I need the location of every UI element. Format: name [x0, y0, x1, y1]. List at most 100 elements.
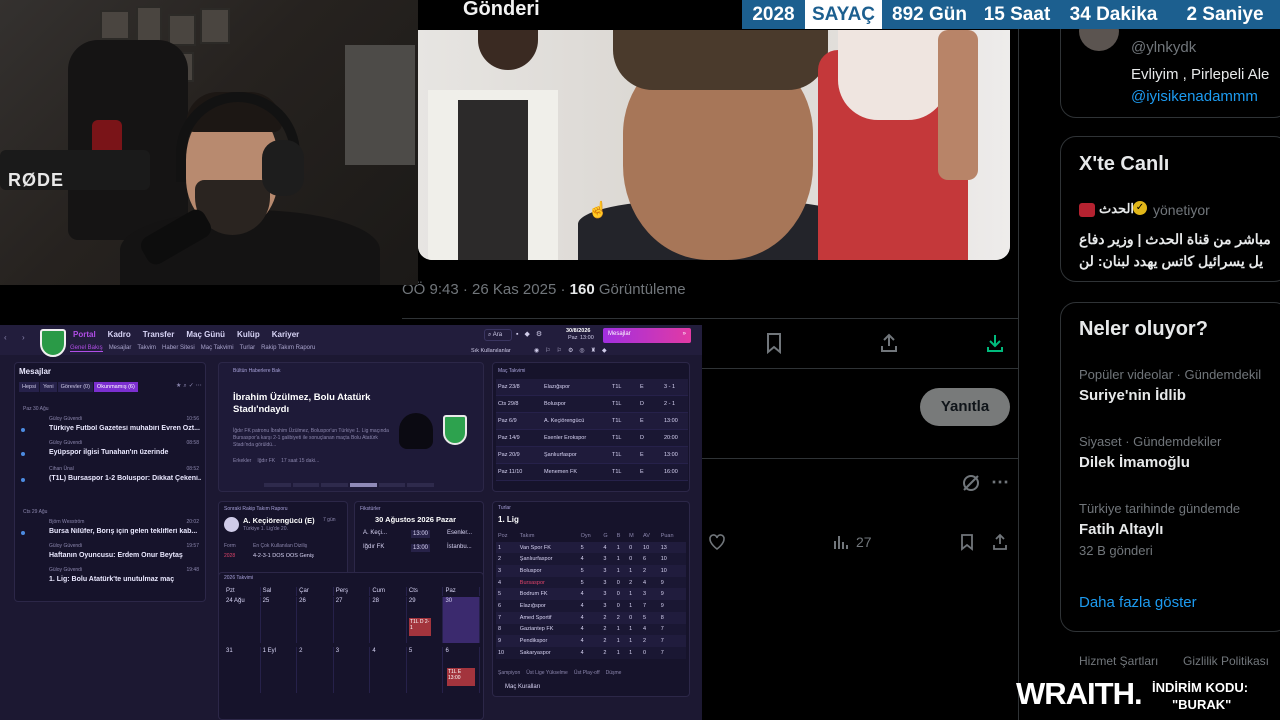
terms-link[interactable]: Hizmet Şartları	[1079, 654, 1158, 668]
filter-unread[interactable]: Okunmamış (6)	[93, 382, 138, 392]
share-icon-small[interactable]	[991, 533, 1009, 556]
fixture-row[interactable]: Paz 20/9 Şanlıurfaspor T1L E 13:00	[496, 447, 688, 464]
trend-item[interactable]: Popüler videolar · Gündemdekil Suriye'ni…	[1079, 367, 1280, 404]
calendar-match-1[interactable]: T1L D 2-1	[409, 618, 431, 636]
calendar-day[interactable]: 30	[443, 597, 481, 643]
download-icon[interactable]	[985, 332, 1005, 360]
subnav-messages[interactable]: Mesajlar	[109, 345, 132, 352]
calendar-weekday: Pzt	[224, 587, 261, 596]
reply-button[interactable]: Yanıtla	[920, 388, 1010, 426]
share-icon[interactable]	[879, 332, 899, 360]
club-crest-icon[interactable]	[40, 329, 66, 357]
bookmark-icon-small[interactable]	[959, 533, 975, 556]
forward-icon[interactable]: ›	[22, 333, 25, 342]
subnav-opponent[interactable]: Rakip Takım Raporu	[261, 345, 315, 352]
nav-portal[interactable]: Portal	[73, 330, 96, 339]
league-row[interactable]: 4 Bursaspor 5 3 0 2 4 9	[496, 576, 686, 589]
fixture-date: Paz 23/8	[498, 384, 520, 390]
fixture-line[interactable]: Iğdır FK 13:00 İstanbu...	[363, 544, 483, 552]
subnav-news[interactable]: Haber Sitesi	[162, 345, 195, 352]
continue-button[interactable]: Mesajlar »	[603, 328, 691, 343]
mention-link[interactable]: @iyisikenadammm	[1131, 88, 1258, 105]
fixture-row[interactable]: Paz 23/8 Elazığspor T1L E 3 - 1	[496, 379, 688, 396]
filter-new[interactable]: Yeni	[40, 382, 57, 392]
news-panel[interactable]: Bültün Haberlere Bak İbrahim Üzülmez, Bo…	[218, 362, 484, 492]
fixture-date: Paz 11/10	[498, 469, 523, 475]
nav-transfer[interactable]: Transfer	[143, 330, 175, 339]
live-card: X'te Canlı الحدث ✓ yönetiyor مباشر من قن…	[1060, 136, 1280, 282]
trend-item[interactable]: Türkiye tarihinde gündemde Fatih Altaylı…	[1079, 501, 1280, 558]
message-item[interactable]: Güloy Güvendi 10:56 Türkiye Futbol Gazet…	[19, 416, 203, 438]
live-line-1[interactable]: مباشر من قناة الحدث | وزير دفاع	[1079, 231, 1280, 248]
live-line-2[interactable]: يل يسرائيل كاتس يهدد لبنان: لن	[1079, 253, 1280, 270]
fixture-row[interactable]: Paz 6/9 A. Keçiörengücü T1L E 13:00	[496, 413, 688, 430]
news-tag[interactable]: Bültün Haberlere Bak	[233, 368, 281, 374]
trend-item[interactable]: Siyaset · Gündemdekiler Dilek İmamoğlu	[1079, 434, 1280, 471]
back-icon[interactable]: ‹	[4, 333, 7, 342]
league-row[interactable]: 10 Sakaryaspor 4 2 1 1 0 7	[496, 646, 686, 659]
calendar-day[interactable]: 3	[334, 647, 371, 693]
nav-career[interactable]: Kariyer	[272, 330, 300, 339]
bookmark-icon[interactable]	[764, 332, 784, 360]
message-from: Güloy Güvendi	[49, 543, 83, 549]
league-cell: 2	[498, 556, 502, 563]
calendar-weekday: Cts	[407, 587, 444, 596]
message-item[interactable]: Güloy Güvendi 19:57 Haftanın Oyuncusu: E…	[19, 543, 203, 565]
calendar-day[interactable]: 31	[224, 647, 261, 693]
nav-club[interactable]: Kulüp	[237, 330, 260, 339]
calendar-match-2[interactable]: T1L E 13:00	[447, 668, 475, 686]
user-handle[interactable]: @ylnkydk	[1131, 39, 1196, 56]
fixture-row[interactable]: Paz 14/9 Esenler Erokspor T1L D 20:00	[496, 430, 688, 447]
grok-icon[interactable]	[961, 473, 981, 498]
league-row[interactable]: 7 Amed Sportif 4 2 2 0 5 8	[496, 611, 686, 624]
channel-logo	[1079, 203, 1095, 217]
message-item[interactable]: Cihan Ünal 08:52 (T1L) Bursaspor 1-2 Bol…	[19, 466, 203, 488]
league-cell: 8	[660, 614, 664, 621]
league-row[interactable]: 3 Boluspor 5 3 1 1 2 10	[496, 565, 686, 577]
privacy-link[interactable]: Gizlilik Politikası	[1183, 654, 1269, 668]
fixture-line[interactable]: A. Keçi... 13:00 Esenler...	[363, 530, 483, 538]
filter-all[interactable]: Hepsi	[19, 382, 40, 392]
match-rules-link[interactable]: Maç Kuralları	[505, 684, 540, 690]
nav-squad[interactable]: Kadro	[108, 330, 131, 339]
calendar-day[interactable]: 25	[261, 597, 298, 643]
fixture-row[interactable]: Cts 29/8 Boluspor T1L D 2 - 1	[496, 396, 688, 413]
calendar-day[interactable]: 2	[297, 647, 334, 693]
subnav-fixtures[interactable]: Maç Takvimi	[201, 345, 234, 352]
calendar-day[interactable]: 4	[370, 647, 407, 693]
nav-matchday[interactable]: Maç Günü	[186, 330, 225, 339]
calendar-day[interactable]: 24 Ağu	[224, 597, 261, 643]
more-icon[interactable]: ⋯	[991, 472, 1009, 493]
filter-tasks[interactable]: Görevler (0)	[57, 382, 93, 392]
counter-hours: 15 Saat	[977, 0, 1057, 29]
message-item[interactable]: Björn Wesström 20:02 Bursa Nilüfer, Borı…	[19, 519, 203, 541]
calendar-day[interactable]: 26	[297, 597, 334, 643]
news-pager[interactable]	[264, 483, 435, 487]
league-row[interactable]: 5 Bodrum FK 4 3 0 1 3 9	[496, 588, 686, 601]
league-row[interactable]: 8 Gaziantep FK 4 2 1 1 4 7	[496, 623, 686, 636]
calendar-day[interactable]: 5	[407, 647, 444, 693]
message-item[interactable]: Güloy Güvendi 19:48 1. Lig: Bolu Atatürk…	[19, 567, 203, 589]
league-row[interactable]: 2 Şanlıurfaspor 4 3 1 0 6 10	[496, 553, 686, 566]
league-row[interactable]: 9 Pendikspor 4 2 1 1 2 7	[496, 635, 686, 647]
calendar-day[interactable]: 28	[370, 597, 407, 643]
show-more-link[interactable]: Daha fazla göster	[1079, 594, 1197, 611]
toolbar-icons[interactable]: ▪◆⚙	[516, 330, 548, 338]
fixture-row[interactable]: Paz 11/10 Menemen FK T1L E 16:00	[496, 464, 688, 481]
search-button[interactable]: ⌕ Ara	[484, 329, 512, 341]
filter-tools-icons[interactable]: ★⌕✓⋯	[176, 382, 204, 390]
subnav-tours[interactable]: Turlar	[240, 345, 255, 352]
calendar-day[interactable]: 27	[334, 597, 371, 643]
league-row[interactable]: 1 Van Spor FK 5 4 1 0 10 13	[496, 541, 686, 554]
league-row[interactable]: 6 Elazığspor 4 3 0 1 7 9	[496, 600, 686, 612]
calendar-day[interactable]: 1 Eyl	[261, 647, 298, 693]
views-icon[interactable]	[833, 533, 849, 556]
like-icon[interactable]	[708, 533, 726, 556]
subnav-overview[interactable]: Genel Bakış	[70, 345, 103, 352]
message-item[interactable]: Güloy Güvendi 08:58 Eyüpspor ilgisi Tuna…	[19, 440, 203, 462]
quick-icons[interactable]: ◉⚐⚐⚙◎♜◆	[534, 347, 613, 354]
post-image[interactable]: ☝	[418, 30, 1010, 260]
favourites-dropdown[interactable]: Sık Kullanılanlar	[471, 348, 511, 354]
channel-name[interactable]: الحدث	[1099, 201, 1134, 217]
subnav-calendar[interactable]: Takvim	[137, 345, 156, 352]
